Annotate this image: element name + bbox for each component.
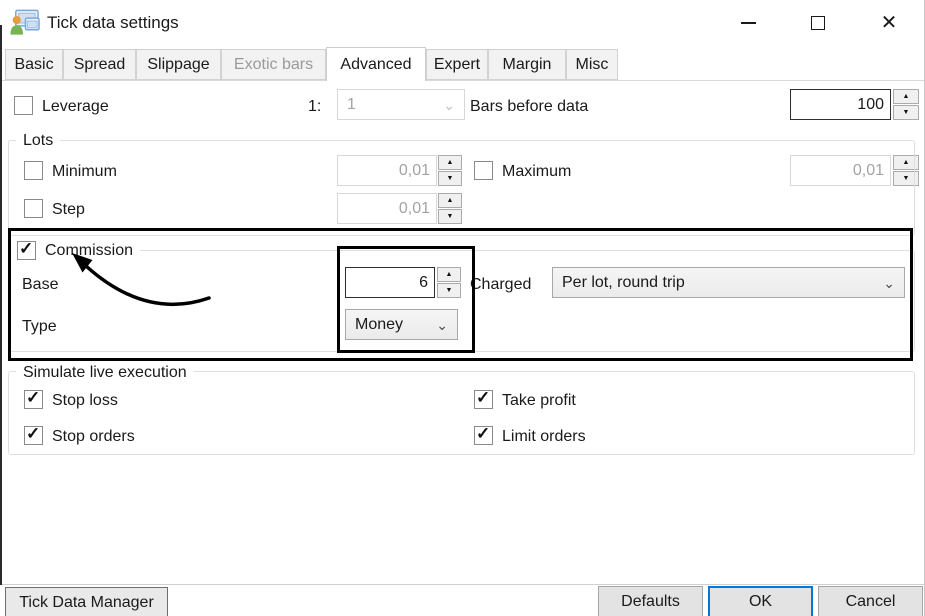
tick-data-manager-button[interactable]: Tick Data Manager bbox=[5, 587, 168, 616]
commission-group bbox=[8, 250, 915, 352]
tab-misc[interactable]: Misc bbox=[566, 49, 618, 80]
minimize-button[interactable] bbox=[731, 6, 765, 40]
bars-before-data-label: Bars before data bbox=[470, 97, 588, 116]
leverage-label: Leverage bbox=[42, 97, 109, 116]
close-icon: ✕ bbox=[881, 13, 898, 33]
defaults-button[interactable]: Defaults bbox=[598, 586, 703, 616]
check-icon: ✓ bbox=[19, 239, 33, 258]
tab-spread[interactable]: Spread bbox=[63, 49, 136, 80]
leverage-ratio-value: 1 bbox=[347, 96, 356, 114]
cancel-button[interactable]: Cancel bbox=[818, 586, 923, 616]
maximize-icon bbox=[811, 16, 825, 30]
lots-group bbox=[8, 140, 915, 236]
tab-expert[interactable]: Expert bbox=[426, 49, 488, 80]
chevron-down-icon: ⌄ bbox=[443, 98, 455, 112]
window-title: Tick data settings bbox=[47, 13, 179, 33]
leverage-ratio-select: 1 ⌄ bbox=[337, 89, 465, 120]
ok-button[interactable]: OK bbox=[708, 586, 813, 616]
commission-group-title: ✓ Commission bbox=[10, 240, 140, 261]
app-icon bbox=[9, 9, 40, 37]
tab-basic[interactable]: Basic bbox=[5, 49, 63, 80]
spin-down-icon[interactable]: ▼ bbox=[893, 105, 919, 120]
window-left-edge bbox=[0, 25, 2, 585]
simulate-group-title: Simulate live execution bbox=[16, 362, 194, 382]
tab-margin[interactable]: Margin bbox=[488, 49, 566, 80]
spin-up-icon[interactable]: ▲ bbox=[893, 89, 919, 104]
tab-advanced[interactable]: Advanced bbox=[326, 47, 426, 81]
maximize-button[interactable] bbox=[801, 6, 835, 40]
lots-group-title: Lots bbox=[16, 130, 60, 150]
simulate-group bbox=[8, 371, 915, 455]
leverage-ratio-prefix: 1: bbox=[308, 97, 321, 116]
minimize-icon bbox=[741, 22, 756, 24]
tab-exotic-bars: Exotic bars bbox=[221, 49, 326, 80]
bars-before-data-spinner: ▲ ▼ bbox=[893, 89, 919, 120]
tick-data-settings-dialog: Tick data settings ✕ Basic Spread Slippa… bbox=[0, 0, 925, 616]
tab-slippage[interactable]: Slippage bbox=[136, 49, 221, 80]
close-button[interactable]: ✕ bbox=[872, 6, 906, 40]
bars-before-data-input[interactable] bbox=[790, 89, 891, 120]
commission-checkbox[interactable]: ✓ bbox=[17, 241, 36, 260]
commission-label: Commission bbox=[45, 241, 133, 260]
leverage-checkbox[interactable] bbox=[14, 96, 33, 115]
